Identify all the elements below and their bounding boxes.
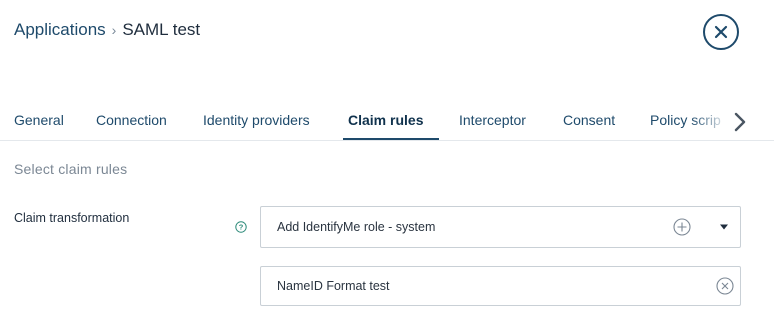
page-title: SAML test [122, 20, 201, 39]
tabs-scroll-right-button[interactable] [728, 108, 752, 136]
tab-consent[interactable]: Consent [563, 112, 615, 128]
tab-general[interactable]: General [14, 112, 64, 128]
claim-rule-select[interactable]: Add IdentifyMe role - system [260, 206, 741, 248]
breadcrumb-separator: › [111, 22, 117, 38]
svg-text:?: ? [239, 223, 244, 232]
selected-claim-rule-item: NameID Format test [260, 266, 741, 306]
claim-rule-select-value: Add IdentifyMe role - system [277, 220, 436, 234]
active-tab-indicator [343, 138, 439, 140]
close-icon [714, 25, 728, 39]
tab-connection[interactable]: Connection [96, 112, 167, 128]
add-icon[interactable] [673, 218, 691, 236]
breadcrumb-applications-link[interactable]: Applications [14, 20, 106, 40]
tab-claim-rules[interactable]: Claim rules [348, 112, 423, 128]
breadcrumb: Applications › SAML test [14, 20, 200, 40]
tab-overflow-fade [690, 104, 730, 139]
help-icon[interactable]: ? [235, 221, 247, 233]
close-button[interactable] [703, 14, 739, 50]
tab-identity-providers[interactable]: Identity providers [203, 112, 310, 128]
chevron-right-icon [734, 112, 746, 132]
selected-claim-rule-label: NameID Format test [277, 279, 390, 293]
tab-interceptor[interactable]: Interceptor [459, 112, 526, 128]
tab-bar: General Connection Identity providers Cl… [0, 104, 774, 141]
claim-transformation-label: Claim transformation [14, 211, 130, 225]
chevron-down-icon[interactable] [719, 223, 729, 231]
section-title: Select claim rules [14, 161, 128, 177]
remove-icon[interactable] [716, 277, 734, 295]
